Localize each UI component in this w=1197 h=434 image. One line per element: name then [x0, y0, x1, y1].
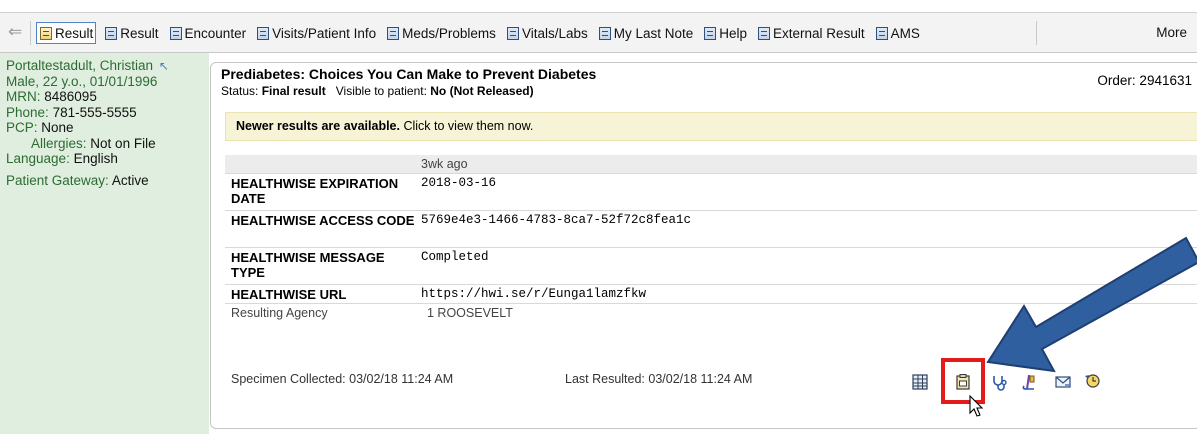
patient-pcp: PCP: None: [6, 120, 209, 136]
tab-label: AMS: [890, 25, 920, 41]
toolbar-separator: [30, 21, 31, 45]
visible-value: No (Not Released): [430, 84, 534, 98]
patient-name-row: Portaltestadult, Christian ↖: [6, 58, 209, 74]
component-value: Completed: [421, 247, 1197, 285]
phone-label: Phone:: [6, 104, 49, 120]
tab-label: Vitals/Labs: [521, 25, 588, 41]
allergies-value: Not on File: [90, 135, 156, 151]
allergies-label: Allergies:: [31, 135, 87, 151]
back-arrow-icon[interactable]: ⇐: [8, 23, 26, 41]
tab-label: My Last Note: [613, 25, 694, 41]
agency-value: 1 ROOSEVELT: [421, 303, 1197, 324]
status-label: Status:: [221, 84, 259, 98]
table-header-row: 3wk ago: [225, 155, 1197, 174]
more-button[interactable]: More: [1156, 25, 1187, 40]
tab-vitals-labs[interactable]: Vitals/Labs: [504, 22, 590, 44]
tab-external-result[interactable]: External Result: [755, 22, 867, 44]
tab-ams[interactable]: AMS: [873, 22, 922, 44]
component-label: HEALTHWISE EXPIRATION DATE: [225, 173, 421, 211]
patient-allergies[interactable]: Allergies: Not on File: [6, 136, 209, 152]
table-icon[interactable]: [911, 373, 929, 391]
tab-result[interactable]: Result: [102, 22, 160, 44]
patient-phone: Phone: 781-555-5555: [6, 105, 209, 121]
tab-help[interactable]: Help: [701, 22, 749, 44]
component-value: 5769e4e3-1466-4783-8ca7-52f72c8fea1c: [421, 210, 1197, 248]
history-icon[interactable]: [1083, 371, 1101, 389]
tab-meds-problems[interactable]: Meds/Problems: [384, 22, 498, 44]
component-label: HEALTHWISE MESSAGE TYPE: [225, 247, 421, 285]
component-value[interactable]: https://hwi.se/r/Eunga1lamzfkw: [421, 284, 1197, 304]
component-label: HEALTHWISE URL: [225, 284, 421, 304]
agency-label: Resulting Agency: [225, 303, 421, 324]
envelope-icon[interactable]: [1054, 373, 1072, 391]
form-icon: [875, 26, 888, 40]
component-label: HEALTHWISE ACCESS CODE: [225, 210, 421, 248]
tab-label: Meds/Problems: [402, 25, 496, 41]
tab-label: External Result: [773, 25, 865, 41]
mouse-cursor-icon: [969, 395, 984, 417]
notice-bold-text: Newer results are available.: [236, 119, 400, 133]
column-header: 3wk ago: [421, 155, 1197, 174]
component-value: 2018-03-16: [421, 173, 1197, 211]
newer-results-banner[interactable]: Newer results are available. Click to vi…: [225, 112, 1197, 141]
window-top-edge: [0, 0, 1197, 12]
status-value: Final result: [261, 84, 326, 98]
tab-result-active[interactable]: Result: [36, 22, 97, 44]
phone-value: 781-555-5555: [52, 104, 137, 120]
form-icon: [257, 26, 270, 40]
table-row: HEALTHWISE URL https://hwi.se/r/Eunga1la…: [225, 284, 1197, 304]
activity-tabs: Result Result Encounter Visits/Patient I…: [36, 13, 928, 53]
header-blank: [225, 155, 421, 174]
table-row: HEALTHWISE MESSAGE TYPE Completed: [225, 247, 1197, 285]
patient-gateway: Patient Gateway: Active: [6, 173, 209, 189]
notice-text: Click to view them now.: [403, 119, 534, 133]
form-icon: [758, 26, 771, 40]
patient-demographics: Male, 22 y.o., 01/01/1996: [6, 73, 158, 89]
toolbar-separator: [1036, 21, 1037, 45]
open-chart-arrow-icon[interactable]: ↖: [159, 59, 169, 73]
visible-label: Visible to patient:: [335, 84, 427, 98]
form-icon: [169, 26, 182, 40]
tab-encounter[interactable]: Encounter: [167, 22, 249, 44]
specimen-collected: Specimen Collected: 03/02/18 11:24 AM: [231, 372, 454, 386]
form-icon: [506, 26, 519, 40]
result-status-line: Status: Final result Visible to patient:…: [221, 84, 534, 98]
tab-label: Encounter: [184, 25, 247, 41]
tab-label: Help: [719, 25, 748, 41]
tab-label: Result: [55, 25, 94, 41]
mrn-label: MRN:: [6, 89, 41, 104]
pcp-value: None: [41, 120, 74, 135]
result-title: Prediabetes: Choices You Can Make to Pre…: [221, 66, 597, 82]
tab-visits-patient-info[interactable]: Visits/Patient Info: [254, 22, 378, 44]
tab-label: Result: [120, 25, 159, 41]
mrn-value: 8486095: [44, 89, 97, 104]
form-icon: [387, 26, 400, 40]
result-doc-icon: [40, 26, 52, 40]
patient-name[interactable]: Portaltestadult, Christian: [6, 58, 153, 73]
last-resulted: Last Resulted: 03/02/18 11:24 AM: [565, 372, 753, 386]
patient-mrn: MRN: 8486095: [6, 89, 209, 105]
gateway-value: Active: [111, 172, 149, 188]
result-panel: Prediabetes: Choices You Can Make to Pre…: [210, 62, 1197, 429]
table-row-agency: Resulting Agency 1 ROOSEVELT: [225, 303, 1197, 324]
pcp-label: PCP:: [6, 120, 38, 135]
activity-toolbar: ⇐ Result Result Encounter Visits/Patient…: [0, 12, 1197, 53]
gateway-label: Patient Gateway:: [6, 172, 109, 188]
table-row: HEALTHWISE EXPIRATION DATE 2018-03-16: [225, 173, 1197, 211]
patient-language: Language: English: [6, 151, 209, 167]
patient-storyboard: Portaltestadult, Christian ↖ Male, 22 y.…: [0, 53, 209, 434]
language-label: Language:: [6, 151, 70, 166]
reflex-icon[interactable]: [1020, 373, 1038, 391]
table-row: HEALTHWISE ACCESS CODE 5769e4e3-1466-478…: [225, 210, 1197, 248]
form-icon: [598, 26, 611, 40]
tab-label: Visits/Patient Info: [272, 25, 377, 41]
order-number: Order: 2941631: [1097, 73, 1192, 88]
result-components-table: 3wk ago HEALTHWISE EXPIRATION DATE 2018-…: [225, 155, 1197, 324]
stethoscope-icon[interactable]: [991, 373, 1009, 391]
form-icon: [105, 26, 118, 40]
tab-my-last-note[interactable]: My Last Note: [596, 22, 696, 44]
form-icon: [704, 26, 717, 40]
language-value: English: [73, 151, 118, 166]
